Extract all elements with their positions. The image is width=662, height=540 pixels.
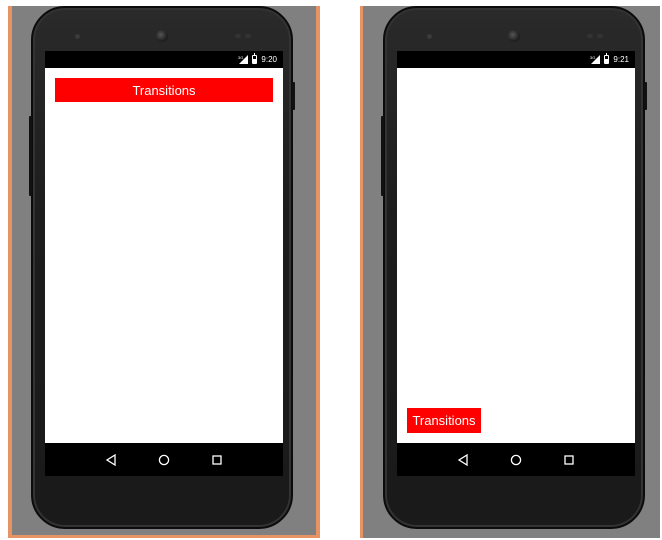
front-camera-icon bbox=[156, 30, 168, 42]
battery-icon bbox=[252, 53, 258, 64]
navigation-bar bbox=[45, 443, 283, 476]
recents-icon[interactable] bbox=[563, 454, 575, 466]
app-content: Transitions bbox=[397, 68, 635, 443]
home-icon[interactable] bbox=[158, 454, 170, 466]
volume-rocker[interactable] bbox=[29, 116, 32, 196]
back-icon[interactable] bbox=[457, 453, 469, 466]
status-bar: 3G 9:21 bbox=[397, 51, 635, 68]
transitions-button[interactable]: Transitions bbox=[55, 78, 273, 102]
home-icon[interactable] bbox=[510, 454, 522, 466]
signal-icon: 3G bbox=[238, 55, 249, 64]
status-time: 9:21 bbox=[613, 55, 629, 64]
navigation-bar bbox=[397, 443, 635, 476]
transitions-button[interactable]: Transitions bbox=[407, 408, 481, 433]
status-bar: 3G 9:20 bbox=[45, 51, 283, 68]
svg-text:3G: 3G bbox=[590, 55, 595, 60]
phone-left: 3G 9:20 Transitions bbox=[29, 6, 295, 529]
battery-icon bbox=[604, 53, 610, 64]
speaker-grille bbox=[235, 34, 251, 38]
volume-rocker[interactable] bbox=[381, 116, 384, 196]
recents-icon[interactable] bbox=[211, 454, 223, 466]
front-camera-icon bbox=[508, 30, 520, 42]
back-icon[interactable] bbox=[105, 453, 117, 466]
screenshot-stage: 3G 9:20 Transitions 3G 9:21 Transitions bbox=[0, 0, 662, 540]
status-time: 9:20 bbox=[261, 55, 277, 64]
screen-left: 3G 9:20 Transitions bbox=[45, 51, 283, 476]
proximity-sensor bbox=[427, 34, 432, 39]
power-button[interactable] bbox=[292, 82, 295, 110]
proximity-sensor bbox=[75, 34, 80, 39]
speaker-grille bbox=[587, 34, 603, 38]
app-content: Transitions bbox=[45, 68, 283, 443]
svg-text:3G: 3G bbox=[238, 55, 243, 60]
phone-right: 3G 9:21 Transitions bbox=[381, 6, 647, 529]
signal-icon: 3G bbox=[590, 55, 601, 64]
screen-right: 3G 9:21 Transitions bbox=[397, 51, 635, 476]
power-button[interactable] bbox=[644, 82, 647, 110]
